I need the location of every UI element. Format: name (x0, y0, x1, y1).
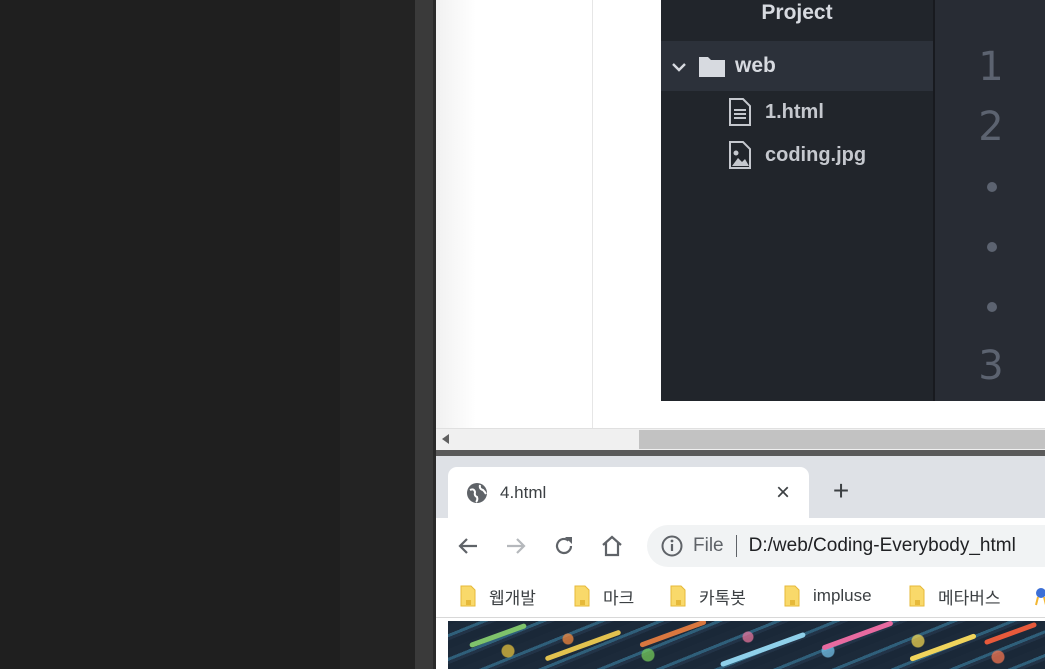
home-button[interactable] (596, 530, 628, 562)
folder-icon (670, 585, 686, 607)
code-streak (544, 629, 622, 662)
code-streak (821, 621, 894, 651)
reload-icon (555, 537, 573, 555)
home-icon (602, 535, 622, 557)
browser-tab[interactable]: 4.html × (448, 467, 809, 519)
editor-screenshot-image: Project web 1.html coding.jpg 1 2 3 (661, 0, 1045, 401)
bookmark-label: 마크 (603, 588, 635, 608)
horizontal-scrollbar[interactable] (436, 428, 1045, 450)
coding-image (448, 621, 1045, 669)
left-dark-strip (340, 0, 415, 669)
folder-icon (574, 585, 590, 607)
project-panel-title: Project (761, 1, 833, 24)
page-margin-line (592, 0, 593, 428)
fold-dot (987, 242, 997, 252)
bookmarks-bar: 웹개발 마크 카톡봇 impluse 메타버스 (436, 574, 1045, 618)
close-icon[interactable]: × (771, 481, 795, 505)
line-number: 1 (978, 44, 1004, 90)
tree-file-label: 1.html (765, 100, 824, 123)
info-icon[interactable] (661, 535, 683, 557)
project-tree-panel: Project web 1.html coding.jpg (661, 0, 933, 401)
address-url[interactable]: D:/web/Coding-Everybody_html (749, 535, 1016, 557)
globe-icon (466, 482, 488, 504)
document-page: Project web 1.html coding.jpg 1 2 3 (436, 0, 1045, 428)
fold-dot (987, 302, 997, 312)
code-streak (909, 633, 977, 662)
folder-icon (784, 585, 800, 607)
tree-file-label: coding.jpg (765, 143, 867, 166)
code-streak (639, 621, 707, 648)
code-streak (468, 622, 528, 649)
browser-toolbar: File D:/web/Coding-Everybody_html (436, 518, 1045, 574)
left-dark-panel (0, 0, 340, 669)
bookmark-label: 메타버스 (938, 588, 1001, 608)
arrow-right-icon (507, 538, 526, 554)
scrollbar-thumb[interactable] (639, 430, 1045, 449)
line-number-gutter: 1 2 3 (935, 0, 1045, 401)
chevron-down-icon (661, 54, 697, 78)
tree-file-image: coding.jpg (725, 135, 866, 175)
forward-button[interactable] (500, 530, 532, 562)
bookmark-folder[interactable]: 마크 (573, 583, 634, 609)
bookmark-label: 카톡봇 (699, 588, 746, 608)
page-content (436, 618, 1045, 669)
code-streak (983, 621, 1038, 646)
scroll-left-arrow-icon[interactable] (442, 434, 449, 444)
address-divider (735, 535, 737, 557)
bookmark-folder[interactable]: 웹개발 (459, 583, 536, 609)
file-image-icon (725, 141, 755, 169)
arrow-left-icon (458, 538, 477, 554)
bookmark-folder[interactable]: 메타버스 (908, 583, 1001, 609)
bookmark-folder[interactable]: 카톡봇 (669, 583, 746, 609)
line-number: 3 (978, 343, 1004, 389)
tree-folder-web: web (661, 41, 933, 91)
screen: Project web 1.html coding.jpg 1 2 3 4.ht… (0, 0, 1045, 669)
line-number: 2 (978, 104, 1004, 150)
tab-title: 4.html (500, 483, 547, 502)
address-scheme-label: File (693, 535, 724, 556)
bookmark-label: impluse (813, 586, 872, 605)
tree-file-html: 1.html (725, 92, 824, 132)
browser-window: 4.html × + File D:/web/Coding-Everybody_… (436, 456, 1045, 669)
folder-icon (909, 585, 925, 607)
folder-icon (697, 54, 727, 78)
bookmark-label: 웹개발 (489, 588, 536, 608)
tree-folder-label: web (735, 54, 776, 77)
back-button[interactable] (452, 530, 484, 562)
code-streak (719, 631, 807, 668)
folder-icon (460, 585, 476, 607)
fold-dot (987, 182, 997, 192)
bookmark-folder[interactable]: impluse (783, 583, 872, 609)
file-text-icon (725, 98, 755, 126)
bookmark-overflow-icon[interactable] (1034, 583, 1045, 609)
pane-divider[interactable] (415, 0, 433, 669)
reload-button[interactable] (548, 530, 580, 562)
new-tab-button[interactable]: + (829, 477, 853, 505)
page-shadow (436, 0, 476, 428)
address-bar[interactable]: File D:/web/Coding-Everybody_html (647, 525, 1045, 567)
